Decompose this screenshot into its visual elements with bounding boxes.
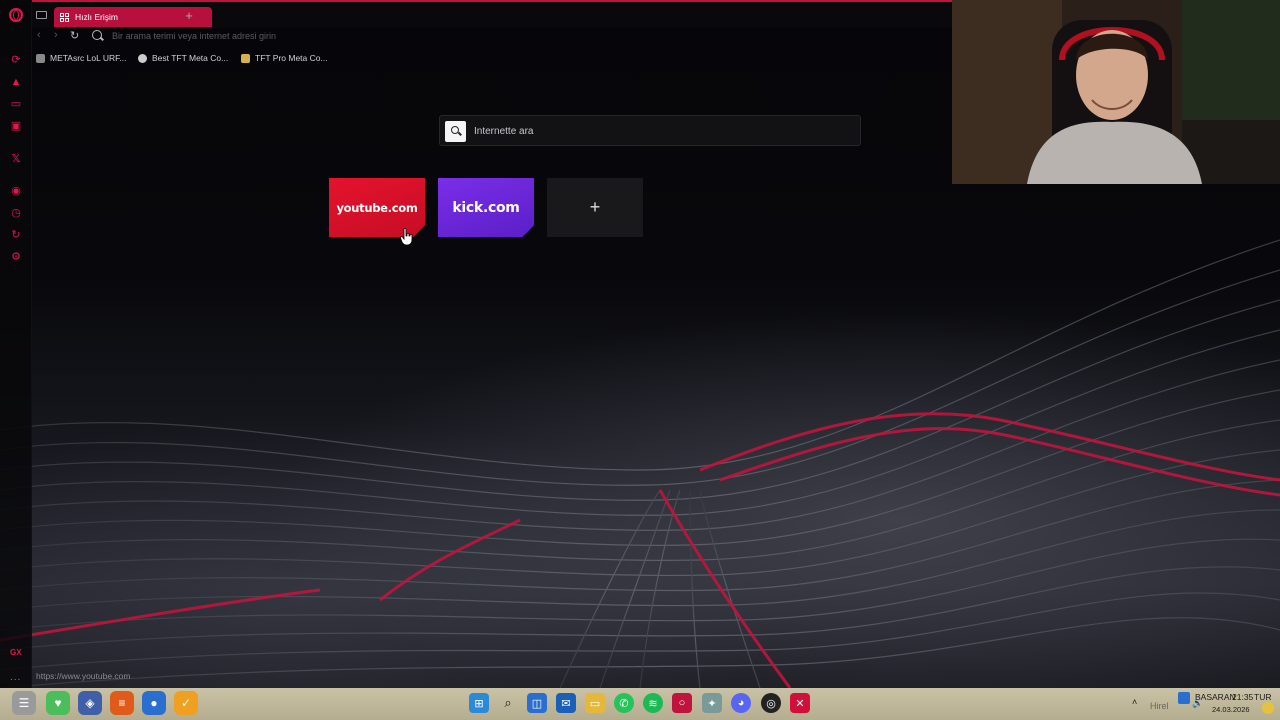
tile-label: kick.com xyxy=(452,199,520,216)
webcam-overlay xyxy=(952,0,1280,184)
streamer-image xyxy=(952,0,1280,184)
address-bar: ‹ › ↻ xyxy=(32,28,952,46)
forward-icon[interactable]: › xyxy=(54,29,58,41)
shield-icon[interactable]: ◈ xyxy=(78,691,102,715)
status-url: https://www.youtube.com xyxy=(36,671,131,681)
sublime-icon[interactable]: ≡ xyxy=(110,691,134,715)
news-icon[interactable]: ▣ xyxy=(8,118,24,134)
web-search-input[interactable] xyxy=(474,123,844,139)
search-icon[interactable]: ⌕ xyxy=(498,693,518,713)
steam-app-icon[interactable]: ✦ xyxy=(702,693,722,713)
notification-icon[interactable] xyxy=(1262,702,1274,714)
windows-start-icon[interactable]: ⊞ xyxy=(469,693,489,713)
obs-icon[interactable]: ◎ xyxy=(761,693,781,713)
metasrc-icon xyxy=(36,53,45,63)
opera-gx-logo-icon[interactable] xyxy=(9,8,23,22)
tray-user-label: BASARAN xyxy=(1195,692,1236,702)
bookmark-item[interactable]: TFT Pro Meta Co... xyxy=(241,53,328,63)
tray-app-icon[interactable] xyxy=(1178,692,1190,704)
tray-date[interactable]: 24.03.2026 xyxy=(1212,705,1250,714)
address-search-icon xyxy=(92,30,102,40)
aria-icon[interactable]: ⟳ xyxy=(8,52,24,68)
bookmark-item[interactable]: METAsrc LoL URF... xyxy=(36,53,127,63)
taskbar: ☰ ♥ ◈ ≡ ● ✓ ⊞ ⌕ ◫ ✉ ▭ ✆ ≋ ○ ✦ ◕ ◎ ✕ ˄ Hi… xyxy=(0,688,1280,720)
whatsapp-icon[interactable]: ✆ xyxy=(614,693,634,713)
gx-label[interactable]: GX xyxy=(10,648,22,657)
drop-icon[interactable]: ● xyxy=(142,691,166,715)
tab-switcher-icon[interactable] xyxy=(36,11,47,19)
add-speed-dial-button[interactable]: + xyxy=(547,178,643,237)
tft-icon xyxy=(138,53,147,63)
search-button[interactable] xyxy=(445,121,466,142)
plus-icon: + xyxy=(589,197,601,217)
search-icon xyxy=(451,126,459,134)
file-explorer-icon[interactable]: ▭ xyxy=(585,693,605,713)
heart-app-icon[interactable]: ♥ xyxy=(46,691,70,715)
history-icon[interactable]: ◷ xyxy=(8,205,24,221)
reload-icon[interactable]: ↻ xyxy=(70,29,79,42)
outlook-icon[interactable]: ✉ xyxy=(556,693,576,713)
back-icon[interactable]: ‹ xyxy=(37,29,41,41)
hand-cursor-icon xyxy=(400,228,413,246)
speed-dial-icon xyxy=(60,12,69,22)
player-icon[interactable]: ◉ xyxy=(8,183,24,199)
tab-bar: Hızlı Erişim + xyxy=(32,0,952,28)
messenger-icon[interactable]: ▭ xyxy=(8,96,24,112)
check-app-icon[interactable]: ✓ xyxy=(174,691,198,715)
bookmark-item[interactable]: Best TFT Meta Co... xyxy=(138,53,228,63)
speed-dial-kick[interactable]: kick.com xyxy=(438,178,534,237)
opera-gx-icon[interactable]: ○ xyxy=(672,693,692,713)
settings-icon[interactable]: ⚙ xyxy=(8,249,24,265)
tray-overlay-text: Hirel xyxy=(1150,701,1169,711)
tab-label: Hızlı Erişim xyxy=(75,12,118,22)
tray-chevron-icon[interactable]: ˄ xyxy=(1132,697,1137,707)
spotify-icon[interactable]: ≋ xyxy=(643,693,663,713)
tft-pro-icon xyxy=(241,53,250,63)
store-icon[interactable]: ◫ xyxy=(527,693,547,713)
browser-sidebar: ⟳ ▲ ▭ ▣ 𝕏 ◉ ◷ ↻ ⚙ GX ... xyxy=(0,0,32,688)
tray-lang[interactable]: TUR xyxy=(1254,692,1271,702)
web-search-box[interactable] xyxy=(439,115,861,146)
bookmark-label: Best TFT Meta Co... xyxy=(152,53,229,63)
riot-icon[interactable]: ✕ xyxy=(790,693,810,713)
x-twitter-icon[interactable]: 𝕏 xyxy=(8,151,24,167)
new-tab-button[interactable]: + xyxy=(182,9,196,23)
discord-icon[interactable]: ◕ xyxy=(731,693,751,713)
address-input[interactable] xyxy=(112,28,512,44)
bookmark-label: METAsrc LoL URF... xyxy=(50,53,127,63)
tile-label: youtube.com xyxy=(336,200,418,215)
gx-cleaner-icon[interactable]: ↻ xyxy=(8,227,24,243)
app-icon[interactable]: ☰ xyxy=(12,691,36,715)
bookmark-label: TFT Pro Meta Co... xyxy=(255,53,328,63)
shopping-icon[interactable]: ▲ xyxy=(8,74,24,90)
sidebar-more-icon[interactable]: ... xyxy=(10,672,21,683)
tray-time[interactable]: 21:35 xyxy=(1232,692,1253,702)
